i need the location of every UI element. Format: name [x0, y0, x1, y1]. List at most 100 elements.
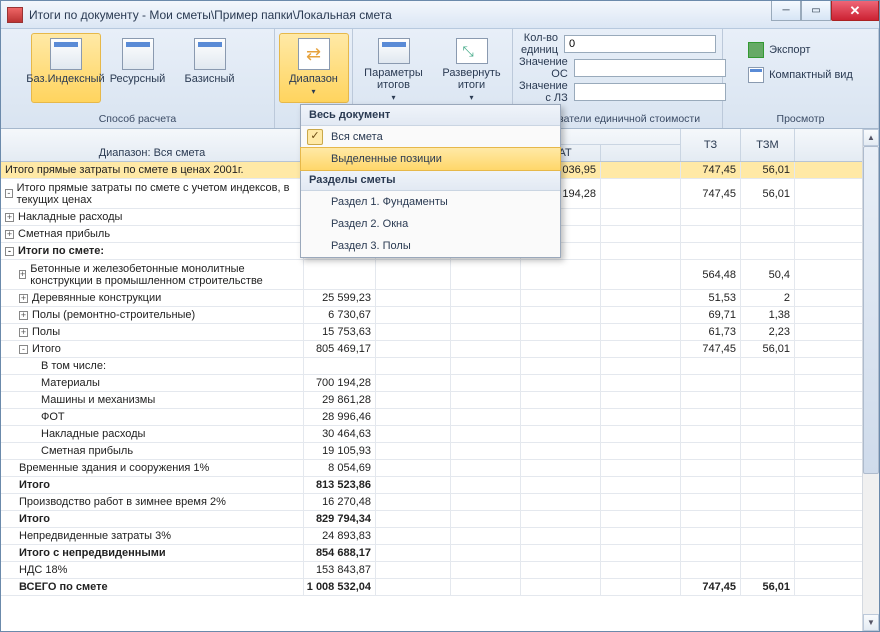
table-row[interactable]: +Деревянные конструкции25 599,2351,532 [1, 290, 879, 307]
cell-tzm [741, 562, 795, 578]
cell-name: ФОТ [1, 409, 304, 425]
cell-blank [601, 426, 681, 442]
cell-mat [521, 477, 601, 493]
maximize-button[interactable]: ▭ [801, 1, 831, 21]
cell-tz: 747,45 [681, 579, 741, 595]
table-row[interactable]: Итого813 523,86 [1, 477, 879, 494]
cell-mat [521, 545, 601, 561]
close-button[interactable]: ✕ [831, 1, 879, 21]
table-row[interactable]: Сметная прибыль19 105,93 [1, 443, 879, 460]
units-count-input[interactable] [564, 35, 716, 53]
base-index-button[interactable]: Баз.Индексный [31, 33, 101, 103]
basic-button[interactable]: Базисный [175, 33, 245, 103]
cell-zpm [451, 562, 521, 578]
dropdown-item-section[interactable]: Раздел 1. Фундаменты [301, 191, 560, 213]
table-row[interactable]: +Бетонные и железобетонные монолитные ко… [1, 260, 879, 290]
cell-tz [681, 209, 741, 225]
cell-blank [601, 443, 681, 459]
tree-toggle[interactable]: + [19, 328, 28, 337]
totals-params-button[interactable]: Параметры итогов ▾ [356, 33, 432, 103]
minimize-button[interactable]: ─ [771, 1, 801, 21]
cell-blank [601, 392, 681, 408]
tree-toggle[interactable]: - [19, 345, 28, 354]
vertical-scrollbar[interactable]: ▲ ▼ [862, 129, 879, 631]
cell-blank [601, 226, 681, 242]
cell-mat [521, 460, 601, 476]
col-range: Диапазон: Вся смета [1, 129, 304, 161]
table-row[interactable]: +Полы (ремонтно-строительные)6 730,6769,… [1, 307, 879, 324]
export-button[interactable]: Экспорт [741, 39, 860, 61]
table-row[interactable]: Производство работ в зимнее время 2%16 2… [1, 494, 879, 511]
cell-em [376, 511, 451, 527]
cell-em [376, 426, 451, 442]
table-row[interactable]: Непредвиденные затраты 3%24 893,83 [1, 528, 879, 545]
cell-em [376, 358, 451, 374]
app-window: Итоги по документу - Мои сметы\Пример па… [0, 0, 880, 632]
cell-name: Машины и механизмы [1, 392, 304, 408]
dropdown-item-section[interactable]: Раздел 2. Окна [301, 213, 560, 235]
table-row[interactable]: +Полы15 753,6361,732,23 [1, 324, 879, 341]
col-tz[interactable]: ТЗ [681, 129, 741, 161]
range-button[interactable]: ⇄ Диапазон ▾ [279, 33, 349, 103]
expand-totals-button[interactable]: ⤡ Развернуть итоги ▾ [434, 33, 510, 103]
cell-tz [681, 243, 741, 259]
cell-zpm [451, 324, 521, 340]
cell-zpm [451, 375, 521, 391]
view-group-label: Просмотр [777, 113, 825, 128]
table-row[interactable]: НДС 18%153 843,87 [1, 562, 879, 579]
scroll-thumb[interactable] [863, 146, 879, 474]
dropdown-item-full-estimate[interactable]: Вся смета [301, 126, 560, 148]
dropdown-item-selected-positions[interactable]: Выделенные позиции [300, 147, 561, 171]
range-icon: ⇄ [298, 38, 330, 70]
cell-name: Производство работ в зимнее время 2% [1, 494, 304, 510]
cell-value: 16 270,48 [304, 494, 376, 510]
cell-zpm [451, 307, 521, 323]
cell-em [376, 409, 451, 425]
tree-toggle[interactable]: + [19, 311, 28, 320]
base-index-icon [50, 38, 82, 70]
table-row[interactable]: Машины и механизмы29 861,28 [1, 392, 879, 409]
cell-name: +Полы (ремонтно-строительные) [1, 307, 304, 323]
table-row[interactable]: Итого с непредвиденными854 688,17 [1, 545, 879, 562]
cell-tzm [741, 494, 795, 510]
table-row[interactable]: Материалы700 194,28 [1, 375, 879, 392]
col-tzm[interactable]: ТЗМ [741, 129, 795, 161]
table-row[interactable]: ФОТ28 996,46 [1, 409, 879, 426]
tree-toggle[interactable]: + [5, 213, 14, 222]
cell-name: НДС 18% [1, 562, 304, 578]
cell-value [304, 260, 376, 289]
tree-toggle[interactable]: + [19, 294, 28, 303]
os-value-input[interactable] [574, 59, 726, 77]
table-row[interactable]: ВСЕГО по смете1 008 532,04747,4556,01 [1, 579, 879, 596]
table-row[interactable]: Накладные расходы30 464,63 [1, 426, 879, 443]
cell-tzm: 56,01 [741, 341, 795, 357]
tree-toggle[interactable]: + [5, 230, 14, 239]
table-row[interactable]: -Итого805 469,17747,4556,01 [1, 341, 879, 358]
cell-tz [681, 528, 741, 544]
lz-value-input[interactable] [574, 83, 726, 101]
tree-toggle[interactable]: - [5, 189, 13, 198]
scroll-down-button[interactable]: ▼ [863, 614, 879, 631]
cell-name: +Деревянные конструкции [1, 290, 304, 306]
tree-toggle[interactable]: + [19, 270, 26, 279]
cell-blank [601, 409, 681, 425]
tree-toggle[interactable]: - [5, 247, 14, 256]
scroll-up-button[interactable]: ▲ [863, 129, 879, 146]
cell-em [376, 307, 451, 323]
table-row[interactable]: Временные здания и сооружения 1%8 054,69 [1, 460, 879, 477]
cell-mat [521, 375, 601, 391]
cell-value: 15 753,63 [304, 324, 376, 340]
cell-tzm [741, 209, 795, 225]
cell-em [376, 324, 451, 340]
compact-icon [748, 67, 764, 83]
cell-tzm: 2,23 [741, 324, 795, 340]
cell-tz [681, 562, 741, 578]
table-row[interactable]: Итого829 794,34 [1, 511, 879, 528]
table-row[interactable]: В том числе: [1, 358, 879, 375]
cell-tzm [741, 460, 795, 476]
compact-view-button[interactable]: Компактный вид [741, 64, 860, 86]
cell-tz [681, 226, 741, 242]
dropdown-item-section[interactable]: Раздел 3. Полы [301, 235, 560, 257]
cell-em [376, 260, 451, 289]
resource-button[interactable]: Ресурсный [103, 33, 173, 103]
